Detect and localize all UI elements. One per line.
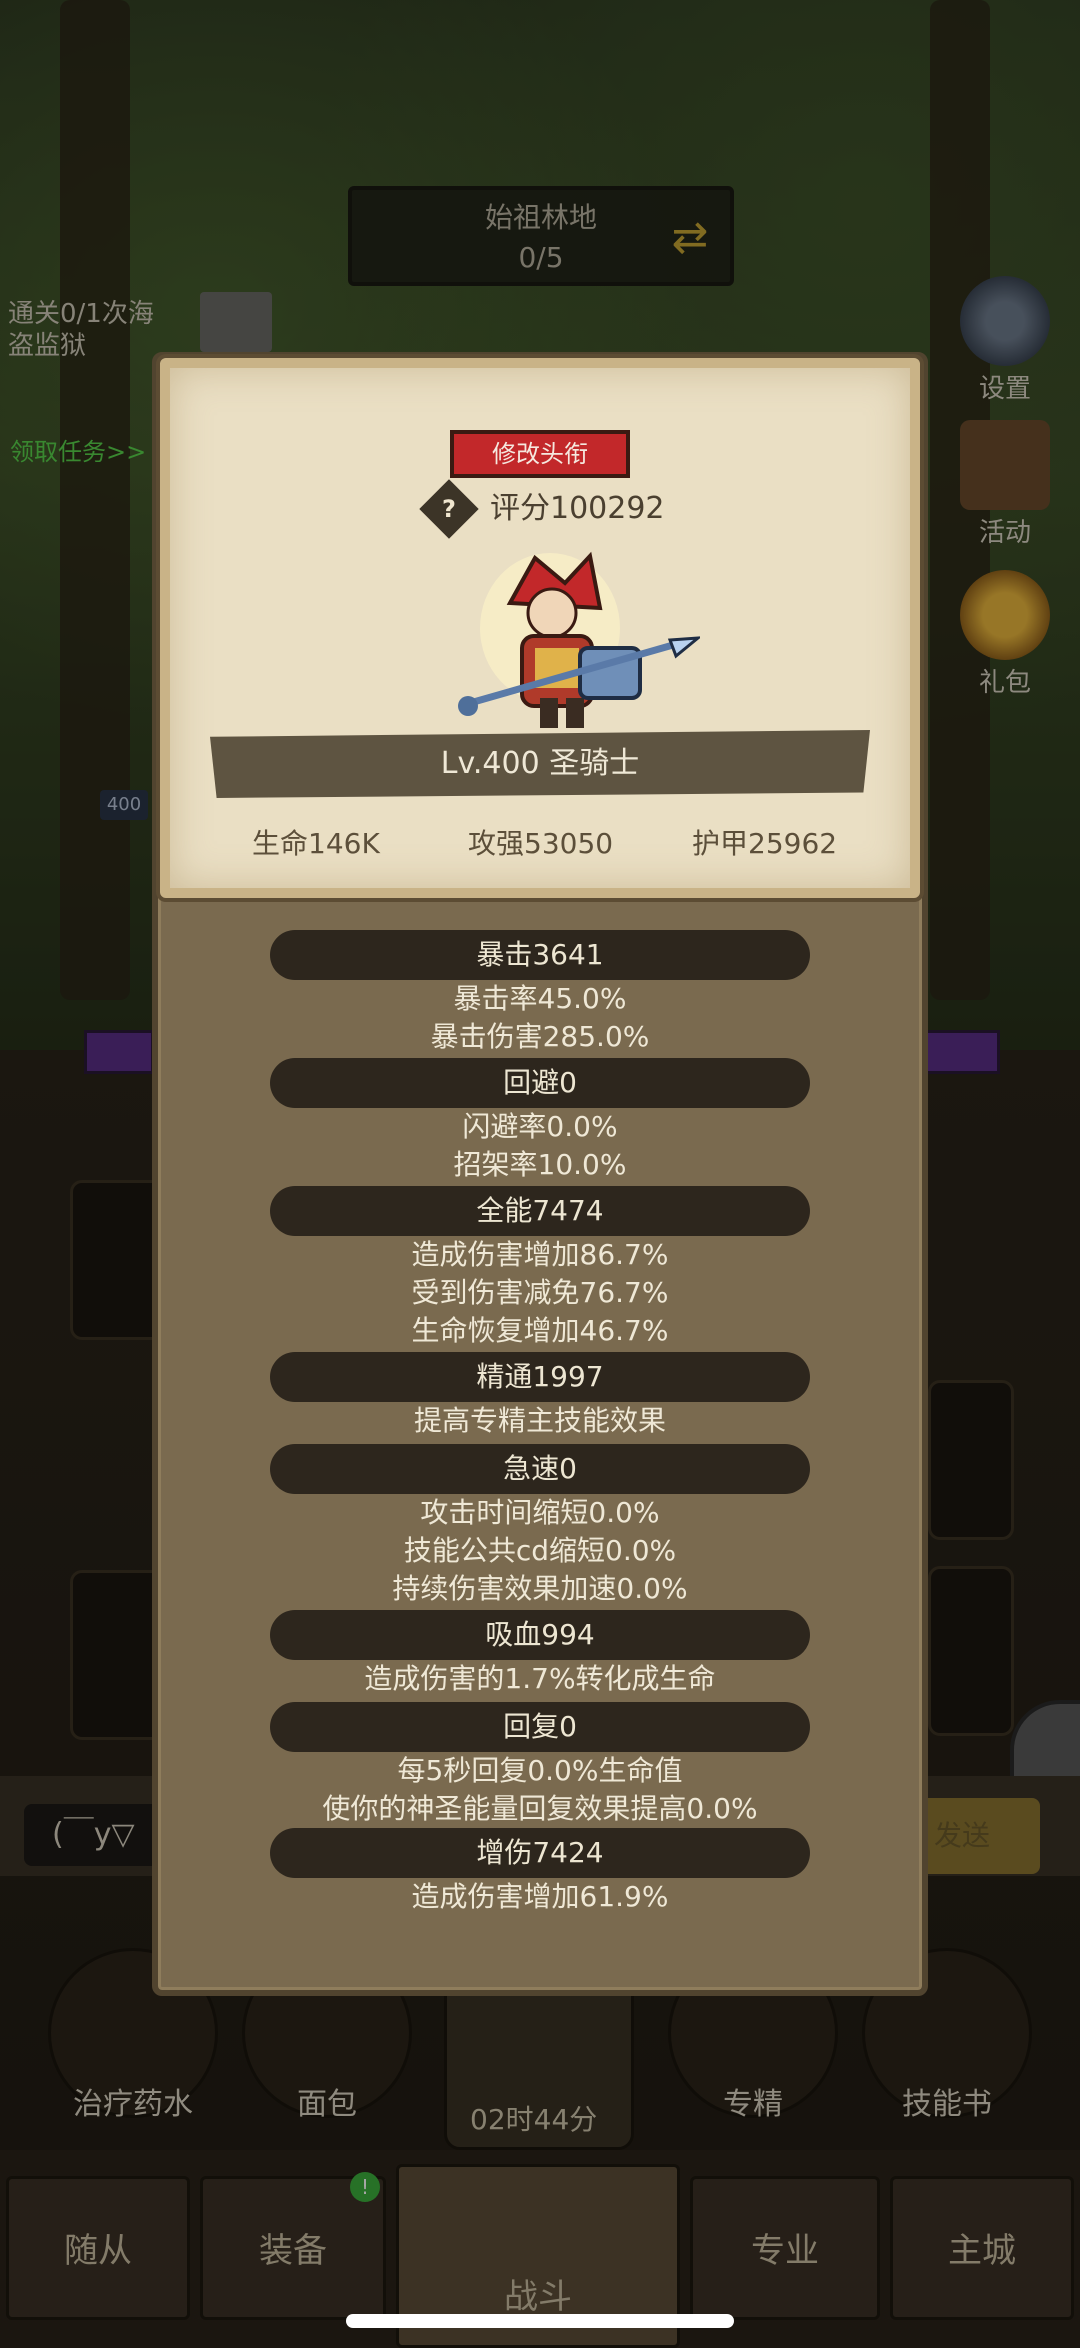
attack-power-stat: 攻强53050 <box>468 827 614 860</box>
stat-header-recovery: 回复0 <box>270 1702 810 1752</box>
stat-line: 造成伤害的1.7%转化成生命 <box>364 1662 716 1695</box>
change-title-button[interactable]: 修改头衔 <box>450 430 630 478</box>
stat-header-leech: 吸血994 <box>270 1610 810 1660</box>
stat-header-haste: 急速0 <box>270 1444 810 1494</box>
stat-line: 暴击率45.0% <box>453 982 627 1015</box>
stat-line: 造成伤害增加61.9% <box>411 1880 669 1913</box>
paladin-hero-sprite <box>458 551 700 728</box>
stat-line: 暴击伤害285.0% <box>430 1020 650 1053</box>
home-indicator[interactable] <box>346 2314 734 2328</box>
stat-header-avoidance: 回避0 <box>270 1058 810 1108</box>
stat-line: 每5秒回复0.0%生命值 <box>397 1754 683 1787</box>
armor-stat: 护甲25962 <box>692 827 838 860</box>
stat-header-damage-bonus: 增伤7424 <box>270 1828 810 1878</box>
stat-line: 提高专精主技能效果 <box>413 1404 666 1437</box>
hero-name-banner: Lv.400 圣骑士 <box>210 730 870 798</box>
stat-line: 攻击时间缩短0.0% <box>420 1496 660 1529</box>
stat-header-versatility: 全能7474 <box>270 1186 810 1236</box>
health-stat: 生命146K <box>252 827 380 860</box>
stat-line: 闪避率0.0% <box>462 1110 618 1143</box>
help-icon[interactable]: ? <box>419 479 479 539</box>
stat-line: 造成伤害增加86.7% <box>411 1238 669 1271</box>
score-value: 评分100292 <box>490 491 665 526</box>
stat-line: 持续伤害效果加速0.0% <box>392 1572 688 1605</box>
help-glyph: ? <box>442 495 456 523</box>
stat-line: 受到伤害减免76.7% <box>411 1276 669 1309</box>
stat-header-mastery: 精通1997 <box>270 1352 810 1402</box>
stat-line: 生命恢复增加46.7% <box>411 1314 669 1347</box>
stat-header-crit: 暴击3641 <box>270 930 810 980</box>
stat-line: 使你的神圣能量回复效果提高0.0% <box>322 1792 758 1825</box>
stat-line: 技能公共cd缩短0.0% <box>403 1534 677 1567</box>
stat-line: 招架率10.0% <box>453 1148 627 1181</box>
